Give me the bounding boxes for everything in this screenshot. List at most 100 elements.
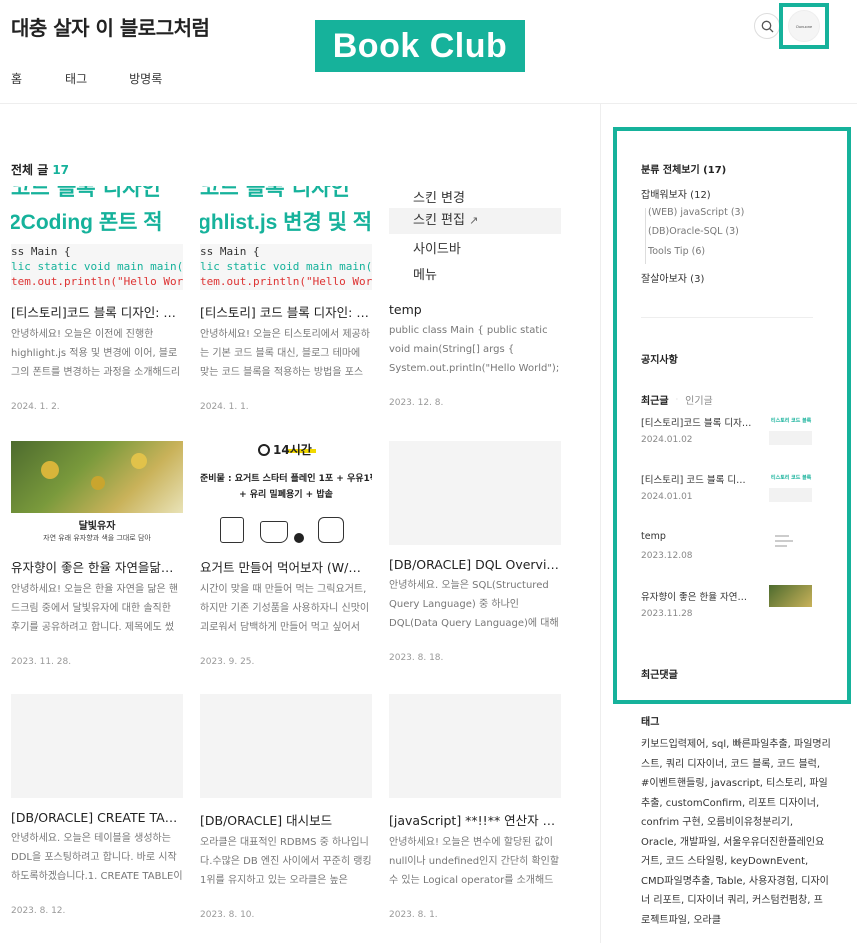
recent-post-thumb[interactable]: 티스토리 코드 블록 [769, 468, 812, 502]
post-thumbnail[interactable]: 스킨 변경 스킨 편집 ↗ 사이드바 메뉴 [389, 186, 561, 290]
subcategory-item[interactable]: Tools Tip (6) [648, 246, 705, 257]
nav-tags[interactable]: 태그 [65, 70, 87, 87]
recent-post-title[interactable]: [티스토리] 코드 블록 디자인 [641, 472, 753, 486]
tag-item[interactable]: 오름비이유청분리기 [707, 817, 790, 828]
tag-item[interactable]: 티스토리 [766, 778, 803, 789]
nav-home[interactable]: 홈 [11, 70, 22, 87]
tag-item[interactable]: 커스텀컨펌창 [752, 895, 807, 906]
recent-post-thumb[interactable] [769, 585, 812, 619]
tag-item[interactable]: javascript [711, 778, 760, 789]
post-card[interactable]: [DB/ORACLE] DQL Overview(Data Query Lang… [389, 441, 561, 663]
recent-comments-title: 최근댓글 [641, 670, 678, 681]
thumb-heading: ghlist.js 변경 및 적 [200, 211, 372, 234]
recent-post-title[interactable]: 유자향이 좋은 한율 자연을닮은 [641, 589, 753, 603]
post-thumbnail[interactable] [11, 694, 183, 798]
tag-separator: , [816, 758, 821, 770]
search-button[interactable] [754, 13, 780, 39]
recent-post-title[interactable]: temp [641, 531, 753, 542]
post-card[interactable]: [DB/ORACLE] CREATE TABLE(DDL) 안녕하세요. 오늘은… [11, 694, 183, 916]
recent-post[interactable]: [티스토리]코드 블록 디자인: D2Coding 2024.01.02 티스토… [641, 411, 813, 455]
tag-item[interactable]: 사용자경험 [749, 876, 795, 887]
post-thumbnail[interactable]: 코드 블록 디자인 2Coding 폰트 적 ss Main { lic sta… [11, 186, 183, 290]
tag-item[interactable]: 키보드입력제어 [641, 739, 705, 750]
tab-popular[interactable]: 인기글 [685, 392, 713, 407]
site-title[interactable]: 대충 살자 이 블로그처럼 [11, 12, 210, 41]
tag-item[interactable]: 코드 블럭 [777, 759, 817, 770]
post-thumbnail[interactable] [389, 441, 561, 545]
avatar-highlight[interactable]: Ounuone [779, 3, 829, 49]
tag-item[interactable]: keyDownEvent [731, 856, 806, 867]
tag-item[interactable]: Oracle [641, 837, 674, 848]
post-excerpt: 안녕하세요! 오늘은 변수에 할당된 값이 null이나 undefined인지… [389, 837, 560, 886]
tag-item[interactable]: CMD파일명추출 [641, 876, 710, 887]
clock-icon [258, 443, 270, 456]
post-card[interactable]: [javaScript] **!!** 연산자 활용 (Logical) 안녕하… [389, 694, 561, 920]
tag-item[interactable]: sql [712, 739, 726, 750]
thumb-line [775, 535, 789, 537]
post-date: 2023. 8. 18. [389, 653, 444, 663]
post-card[interactable]: [DB/ORACLE] 대시보드 오라클은 대표적인 RDBMS 중 하나입니다… [200, 694, 372, 920]
post-excerpt: 안녕하세요. 오늘은 테이블을 생성하는 DDL을 포스팅하려고 합니다. 바로… [11, 833, 183, 882]
post-thumbnail[interactable]: 코드 블록 디자인 ghlist.js 변경 및 적 ss Main { lic… [200, 186, 372, 290]
post-excerpt: 오라클은 대표적인 RDBMS 중 하나입니다.수많은 DB 엔진 사이에서 꾸… [200, 837, 372, 886]
post-title[interactable]: [javaScript] **!!** 연산자 활용 (Logical) [389, 810, 561, 829]
post-title[interactable]: [DB/ORACLE] 대시보드 [200, 810, 372, 829]
post-title[interactable]: 유자향이 좋은 한율 자연을닮은 핸드크림 [11, 557, 183, 576]
tag-item[interactable]: 코드 블록 [731, 759, 771, 770]
rice-cooker-icon [318, 517, 344, 543]
tag-item[interactable]: confrim 구현 [641, 817, 701, 828]
subcategory-item[interactable]: (DB)Oracle-SQL (3) [648, 226, 739, 237]
post-title[interactable]: [티스토리]코드 블록 디자인: D2Coding 폰트 적용 [11, 302, 183, 321]
code-line: tem.out.println("Hello World"); [200, 275, 372, 288]
post-card[interactable]: 코드 블록 디자인 ghlist.js 변경 및 적 ss Main { lic… [200, 186, 372, 412]
yuzu-photo [11, 441, 183, 513]
avatar[interactable]: Ounuone [788, 10, 820, 42]
recent-post-date: 2023.11.28 [641, 609, 693, 619]
category-item[interactable]: 잘살아보자 (3) [641, 270, 704, 285]
tag-item[interactable]: 오라클 [693, 915, 721, 926]
recent-post[interactable]: 유자향이 좋은 한율 자연을닮은 2023.11.28 [641, 585, 813, 629]
tab-separator: · [675, 395, 679, 404]
tag-item[interactable]: 디자이너 쿼리 [687, 895, 745, 906]
total-label: 전체 글 [11, 163, 49, 177]
post-thumbnail[interactable]: 14시간 준비물 : 요거트 스타터 플레인 1포 + 우유1팩 + 유리 밀폐… [200, 441, 372, 545]
thumb-line [775, 540, 793, 542]
tag-item[interactable]: 빠른파일추출 [732, 739, 787, 750]
thumb-label: 티스토리 코드 블록 [771, 475, 812, 481]
tag-item[interactable]: 코드 스타일링 [666, 856, 724, 867]
tag-item[interactable]: 리포트 디자이너 [748, 798, 816, 809]
post-card[interactable]: 14시간 준비물 : 요거트 스타터 플레인 1포 + 우유1팩 + 유리 밀폐… [200, 441, 372, 667]
tag-item[interactable]: 개발파일 [680, 837, 717, 848]
category-tree-line [645, 208, 646, 264]
post-card[interactable]: 스킨 변경 스킨 편집 ↗ 사이드바 메뉴 temp public class … [389, 186, 561, 408]
tag-item[interactable]: 쿼리 디자이너 [666, 759, 724, 770]
post-thumbnail[interactable]: 달빛유자 자연 유래 유자향과 색을 그대로 담아 [11, 441, 183, 545]
post-title[interactable]: temp [389, 302, 561, 317]
category-item[interactable]: 잡배워보자 (12) [641, 186, 711, 201]
post-card[interactable]: 코드 블록 디자인 2Coding 폰트 적 ss Main { lic sta… [11, 186, 183, 412]
subcategory-item[interactable]: (WEB) javaScript (3) [648, 207, 744, 218]
post-title[interactable]: 요거트 만들어 먹어보자 (W/요거트메이커) [200, 557, 372, 576]
tab-recent[interactable]: 최근글 [641, 392, 669, 407]
external-link-icon: ↗ [469, 214, 479, 227]
post-card[interactable]: 달빛유자 자연 유래 유자향과 색을 그대로 담아 유자향이 좋은 한율 자연을… [11, 441, 183, 667]
search-icon [761, 20, 773, 32]
post-thumbnail[interactable] [389, 694, 561, 798]
tag-item[interactable]: customConfirm [666, 798, 742, 809]
category-all[interactable]: 분류 전체보기 (17) [641, 161, 726, 176]
recent-post-thumb[interactable]: 티스토리 코드 블록 [769, 411, 812, 445]
post-title[interactable]: [티스토리] 코드 블록 디자인: highlight.js [200, 302, 372, 321]
recent-post[interactable]: [티스토리] 코드 블록 디자인 2024.01.01 티스토리 코드 블록 [641, 468, 813, 512]
recent-post[interactable]: temp 2023.12.08 [641, 527, 813, 571]
post-title[interactable]: [DB/ORACLE] CREATE TABLE(DDL) [11, 810, 183, 825]
recent-post-title[interactable]: [티스토리]코드 블록 디자인: D2Coding [641, 415, 753, 429]
code-line: ss Main { [11, 245, 71, 258]
recent-post-thumb[interactable] [769, 527, 812, 561]
post-thumbnail[interactable] [200, 694, 372, 798]
thumb-subtitle: 자연 유래 유자향과 색을 그대로 담아 [43, 534, 151, 542]
nav-guestbook[interactable]: 방명록 [129, 70, 162, 87]
tag-item[interactable]: #이벤트핸들링 [641, 778, 705, 789]
thumb-photo [769, 585, 812, 607]
tag-item[interactable]: Table [717, 876, 743, 887]
post-title[interactable]: [DB/ORACLE] DQL Overview(Data Query Lang… [389, 557, 561, 572]
